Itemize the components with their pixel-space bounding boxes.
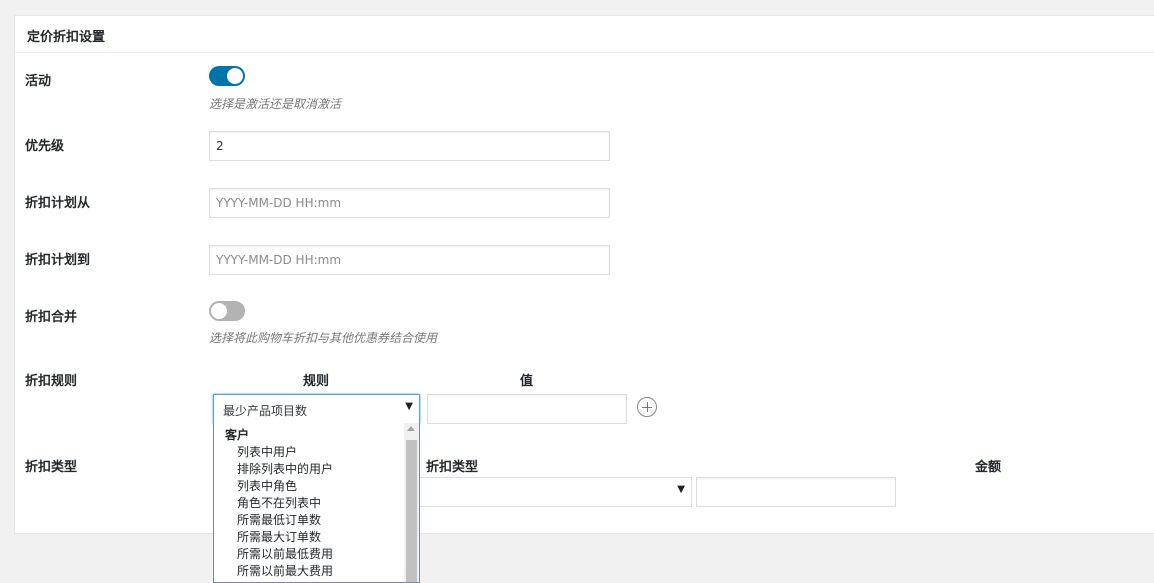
- scrollbar-thumb[interactable]: [406, 440, 417, 582]
- dropdown-option[interactable]: 所需最低订单数: [237, 511, 321, 528]
- dropdown-option[interactable]: 角色不在列表中: [237, 494, 321, 511]
- rule-dropdown-list[interactable]: 客户 列表中用户 排除列表中的用户 列表中角色 角色不在列表中 所需最低订单数 …: [213, 423, 420, 583]
- caret-down-icon: ▼: [677, 484, 685, 495]
- toggle-knob: [211, 303, 227, 319]
- schedule-to-label: 折扣计划到: [25, 253, 91, 268]
- combine-label: 折扣合并: [25, 310, 78, 325]
- active-toggle[interactable]: [209, 66, 245, 86]
- dropdown-scrollbar[interactable]: [404, 423, 419, 582]
- priority-input[interactable]: 2: [209, 131, 610, 161]
- panel-header: 定价折扣设置: [15, 16, 1154, 53]
- active-description: 选择是激活还是取消激活: [209, 97, 342, 111]
- caret-down-icon: ▼: [405, 401, 413, 412]
- combine-description: 选择将此购物车折扣与其他优惠券结合使用: [209, 331, 438, 345]
- schedule-to-input[interactable]: YYYY-MM-DD HH:mm: [209, 245, 610, 275]
- amount-input[interactable]: [696, 477, 896, 507]
- dropdown-option[interactable]: 列表中角色: [237, 477, 297, 494]
- dropdown-group-customer: 客户: [225, 428, 250, 442]
- dropdown-option[interactable]: 列表中用户: [237, 443, 297, 460]
- active-label: 活动: [25, 74, 52, 89]
- value-column-header: 值: [520, 374, 534, 389]
- plus-circle-icon[interactable]: [637, 397, 657, 417]
- discount-type-label: 折扣类型: [25, 460, 78, 475]
- dropdown-option[interactable]: 所需最大订单数: [237, 528, 321, 545]
- scroll-up-icon[interactable]: [407, 426, 415, 431]
- priority-label: 优先级: [25, 139, 65, 154]
- amount-column-header: 金额: [975, 460, 1002, 475]
- dropdown-option[interactable]: 所需以前最大费用: [237, 562, 333, 579]
- toggle-knob: [227, 68, 243, 84]
- schedule-from-input[interactable]: YYYY-MM-DD HH:mm: [209, 188, 610, 218]
- rules-label: 折扣规则: [25, 374, 78, 389]
- combine-toggle[interactable]: [209, 301, 245, 321]
- schedule-from-label: 折扣计划从: [25, 196, 91, 211]
- rule-value-input[interactable]: [427, 394, 627, 424]
- discount-type-select[interactable]: ▼: [410, 477, 692, 507]
- dropdown-option[interactable]: 排除列表中的用户: [237, 460, 333, 477]
- rule-select[interactable]: 最少产品项目数 ▼: [213, 394, 420, 424]
- rule-column-header: 规则: [303, 374, 330, 389]
- dropdown-option[interactable]: 所需以前最低费用: [237, 545, 333, 562]
- discount-type-column-header: 折扣类型: [426, 460, 479, 475]
- panel-title: 定价折扣设置: [27, 30, 106, 45]
- rule-select-value: 最少产品项目数: [223, 404, 308, 418]
